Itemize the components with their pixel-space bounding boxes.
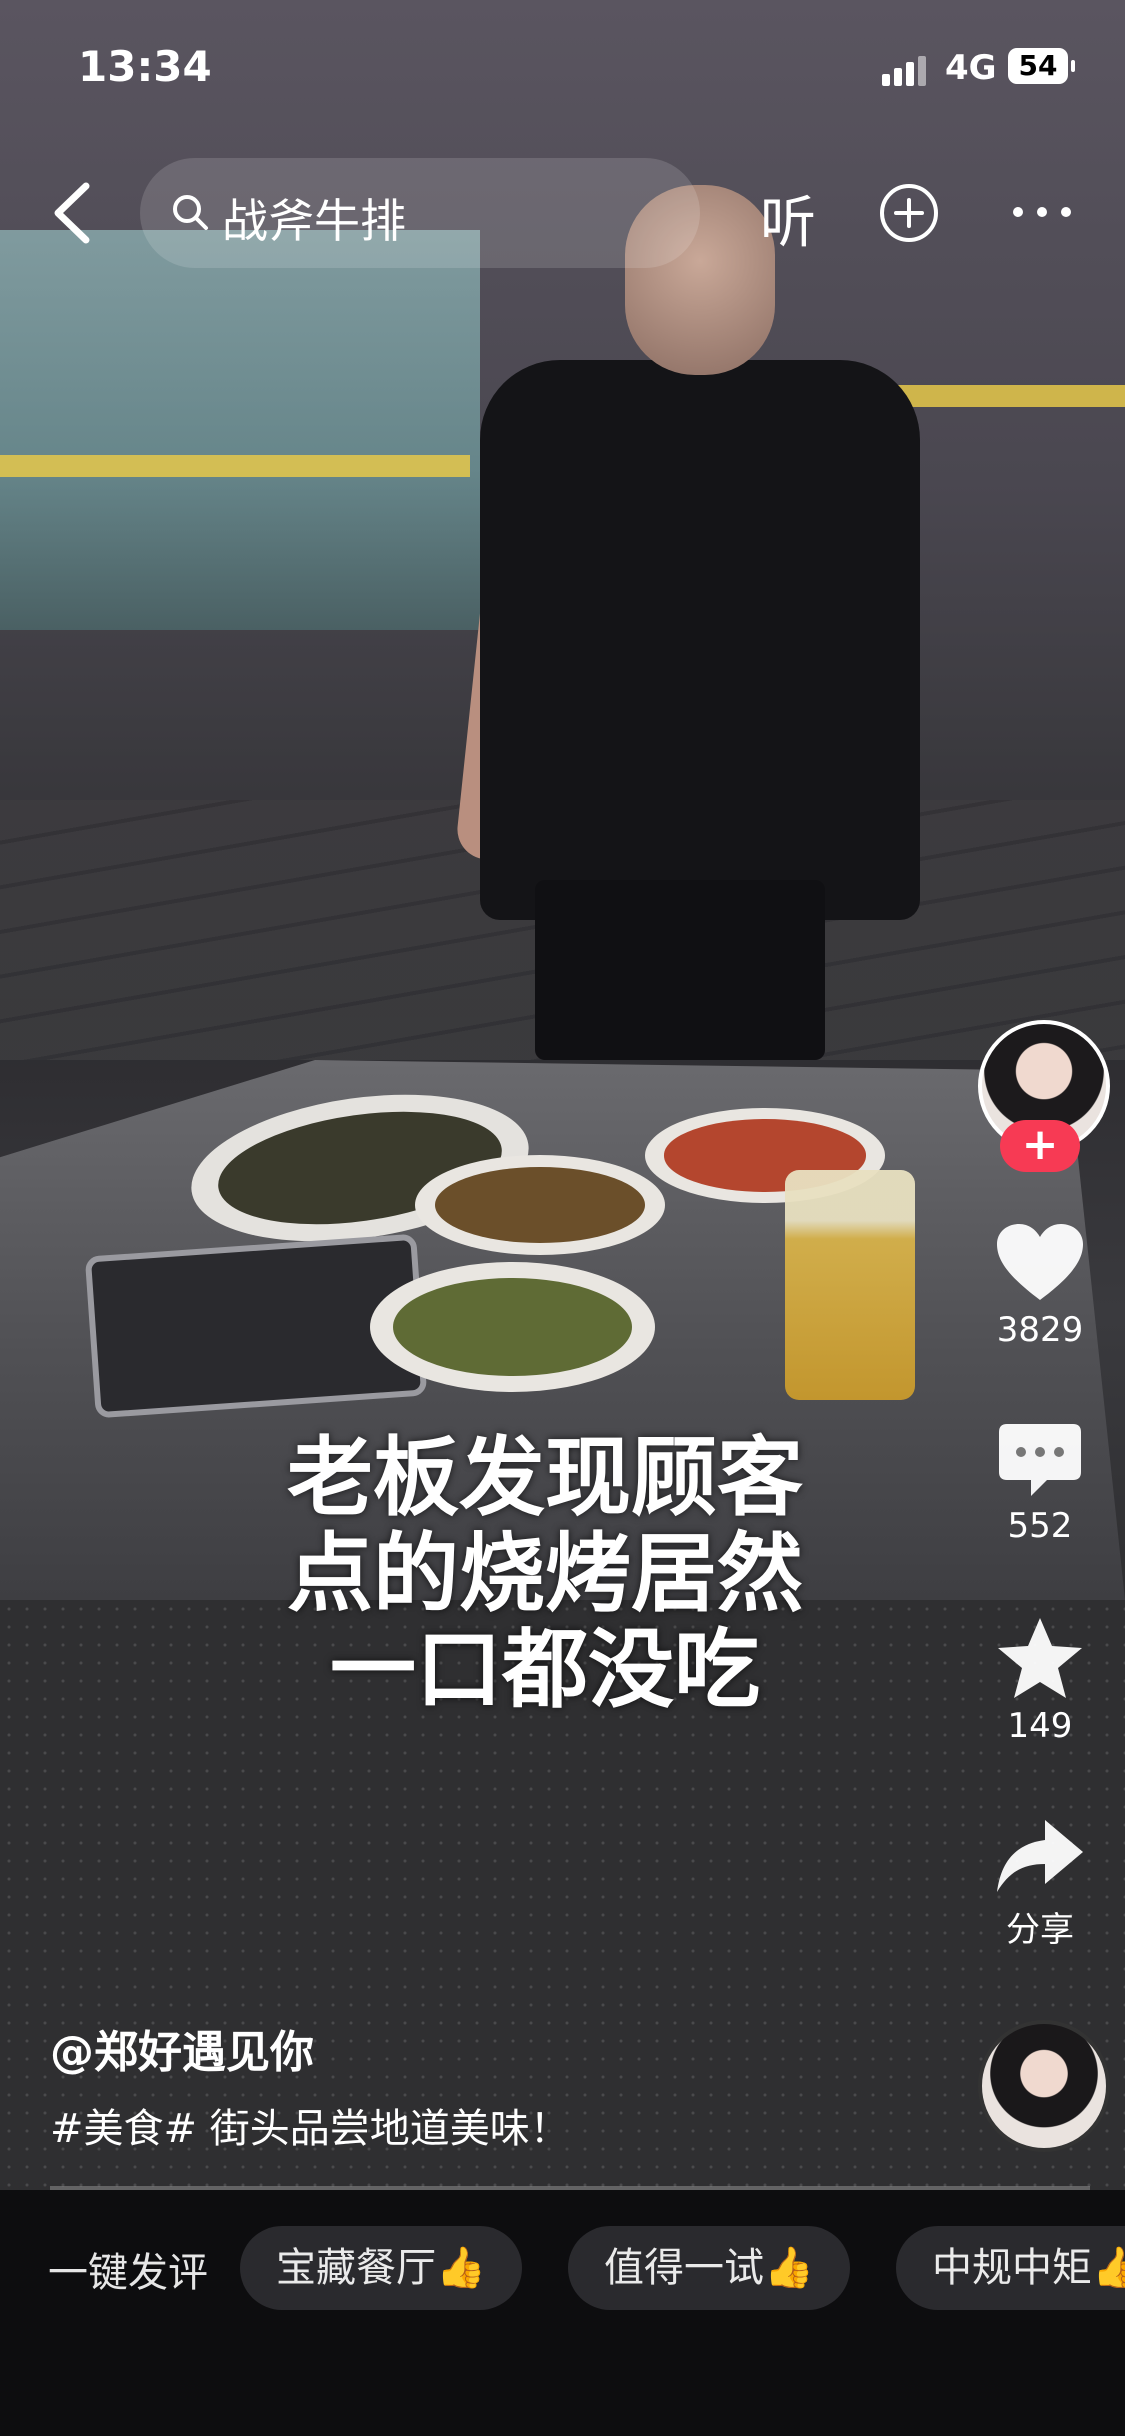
- status-bar: 13:34 4G 54: [0, 0, 1125, 140]
- caption-line: 点的烧烤居然: [287, 1524, 803, 1624]
- more-icon[interactable]: [1010, 200, 1074, 224]
- video-frame[interactable]: [0, 0, 1125, 2190]
- battery-level: 54: [1008, 48, 1075, 84]
- author-name[interactable]: @郑好遇见你: [50, 2016, 314, 2080]
- share-icon[interactable]: [995, 1816, 1085, 1896]
- like-button[interactable]: 3829: [990, 1222, 1090, 1350]
- video-caption: 老板发现顾客 点的烧烤居然 一口都没吃: [130, 1430, 960, 1718]
- status-time: 13:34: [78, 42, 212, 91]
- favorite-button[interactable]: 149: [990, 1616, 1090, 1746]
- search-icon[interactable]: [170, 192, 210, 232]
- food-plate: [415, 1155, 665, 1255]
- video-screen[interactable]: 13:34 4G 54 战斧牛排 听 老板发现顾客 点的烧烤居然 一口都没吃 +…: [0, 0, 1125, 2436]
- person-legs: [535, 880, 825, 1060]
- favorite-count: 149: [1007, 1706, 1073, 1746]
- post-description[interactable]: #美食# 街头品尝地道美味！: [50, 2096, 570, 2154]
- heart-icon[interactable]: [995, 1222, 1085, 1304]
- search-query[interactable]: 战斧牛排: [222, 185, 406, 251]
- follow-button[interactable]: +: [1000, 1120, 1080, 1172]
- caption-line: 老板发现顾客: [287, 1428, 803, 1528]
- quick-comment-label[interactable]: 一键发评: [48, 2240, 208, 2298]
- quick-comment-chip[interactable]: 值得一试👍: [568, 2226, 850, 2310]
- signal-icon: [882, 56, 930, 86]
- add-icon[interactable]: [878, 182, 940, 244]
- food-plate: [370, 1262, 655, 1392]
- quick-comment-chip[interactable]: 宝藏餐厅👍: [240, 2226, 522, 2310]
- network-type: 4G: [945, 48, 997, 88]
- background-wall: [0, 230, 480, 630]
- back-icon[interactable]: [48, 178, 98, 248]
- comment-count: 552: [1007, 1506, 1073, 1546]
- caption-line: 一口都没吃: [330, 1620, 760, 1720]
- quick-comment-chip[interactable]: 中规中矩👍: [896, 2226, 1125, 2310]
- share-button[interactable]: 分享: [990, 1816, 1090, 1951]
- like-count: 3829: [996, 1310, 1084, 1350]
- caution-tape: [0, 455, 470, 477]
- star-icon[interactable]: [996, 1616, 1084, 1700]
- comment-icon[interactable]: [997, 1420, 1083, 1500]
- person-body: [480, 360, 920, 920]
- listen-button[interactable]: 听: [760, 178, 816, 259]
- beer-mug: [785, 1170, 915, 1400]
- share-label: 分享: [1006, 1910, 1074, 1950]
- comment-button[interactable]: 552: [990, 1420, 1090, 1546]
- music-disc[interactable]: [978, 2020, 1110, 2152]
